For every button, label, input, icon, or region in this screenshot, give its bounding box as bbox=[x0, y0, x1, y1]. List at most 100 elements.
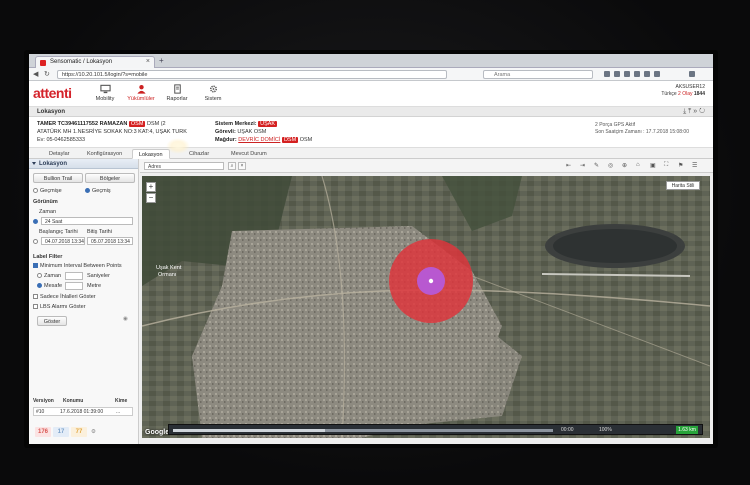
show-button[interactable]: Göster bbox=[37, 316, 67, 326]
library-icon[interactable] bbox=[614, 71, 620, 77]
bullion-trail-button[interactable]: Bullion Trail bbox=[33, 173, 83, 183]
count-blue[interactable]: 17 bbox=[53, 427, 69, 437]
count-red[interactable]: 176 bbox=[35, 427, 51, 437]
period-radio[interactable] bbox=[33, 219, 40, 225]
page-title: Lokasyon bbox=[37, 109, 66, 115]
col-location[interactable]: Konumu bbox=[63, 398, 83, 404]
back-icon[interactable]: ◀ bbox=[33, 70, 38, 78]
alert-badge[interactable]: 2 Olay bbox=[678, 91, 692, 97]
home-icon[interactable] bbox=[634, 71, 640, 77]
timeline-track[interactable] bbox=[173, 429, 553, 432]
search-input[interactable]: Arama bbox=[483, 70, 593, 79]
table-row[interactable]: #10 17.6.2018 01:39:00 ... bbox=[33, 407, 133, 416]
regions-button[interactable]: Bölgeler bbox=[85, 173, 135, 183]
map-style-button[interactable]: Harita Stili bbox=[666, 181, 700, 190]
subject-info: TAMER TC39461117552 RAMAZAN OSM DSM (2 A… bbox=[29, 117, 713, 148]
google-logo: Google bbox=[145, 429, 170, 436]
user-box[interactable]: AKSUSER12 Türkçe 2 Olay 1844 bbox=[661, 84, 705, 98]
period-select[interactable]: 24 Saat bbox=[41, 217, 133, 225]
court-link[interactable]: DEVRİC DOMİCİ bbox=[238, 137, 280, 143]
menu-icon[interactable] bbox=[689, 71, 695, 77]
search-icon[interactable]: ⌕ bbox=[228, 162, 236, 170]
map-tool-icon-4[interactable]: ◎ bbox=[608, 162, 613, 169]
radio-distance[interactable]: Mesafe bbox=[37, 283, 62, 289]
settings-icon[interactable]: ⚙ bbox=[91, 429, 96, 435]
subject-address: ATATÜRK MH 1.NESRİYE SOKAK NO:3 KAT:4, U… bbox=[37, 129, 187, 135]
shield-icon[interactable] bbox=[654, 71, 660, 77]
start-date-input[interactable]: 04.07.2018 13:34 bbox=[41, 237, 85, 245]
nav-yukumluler[interactable]: Yükümlüler bbox=[121, 84, 161, 102]
map-tool-icon-7[interactable]: ▣ bbox=[650, 162, 656, 169]
reload-icon[interactable]: ↻ bbox=[44, 70, 50, 78]
subject-tabs: Detaylar Konfigürasyon Lokasyon Cihazlar… bbox=[29, 148, 713, 159]
download-icon[interactable] bbox=[624, 71, 630, 77]
sidebar-header[interactable]: Lokasyon bbox=[29, 159, 138, 169]
star-icon[interactable] bbox=[604, 71, 610, 77]
forward-icon[interactable]: » bbox=[693, 108, 697, 115]
radio-label: Geçmiş bbox=[92, 188, 111, 194]
upload-icon[interactable]: ⤒ bbox=[688, 108, 691, 115]
tab-detaylar[interactable]: Detaylar bbox=[43, 149, 75, 159]
nav-mobility[interactable]: Mobility bbox=[85, 84, 125, 102]
map-tool-icon-8[interactable]: ⛶ bbox=[664, 162, 668, 169]
court-label: Mağdur: bbox=[215, 137, 237, 143]
pocket-icon[interactable] bbox=[644, 71, 650, 77]
favicon-icon bbox=[40, 60, 46, 66]
start-date: 04.07.2018 bbox=[45, 239, 71, 245]
clear-icon[interactable]: × bbox=[238, 162, 246, 170]
nav-raporlar[interactable]: Raporlar bbox=[157, 84, 197, 102]
map-tool-icon-5[interactable]: ⊕ bbox=[622, 162, 627, 169]
subject-phone: Ev: 05-0462585333 bbox=[37, 137, 86, 143]
tab-mevcut-durum[interactable]: Mevcut Durum bbox=[225, 149, 273, 159]
time-input[interactable] bbox=[65, 272, 83, 280]
map-toolbar: Adres ⌕ × ⇤ ⇥ ✎ ◎ ⊕ ⌂ ▣ ⛶ ⚑ ☰ bbox=[140, 159, 713, 173]
map-tool-icon-9[interactable]: ⚑ bbox=[678, 162, 683, 169]
tab-konfigurasyon[interactable]: Konfigürasyon bbox=[81, 149, 128, 159]
radio-past[interactable]: Geçmişe bbox=[33, 188, 62, 194]
count-orange[interactable]: 77 bbox=[71, 427, 87, 437]
lbs-checkbox[interactable]: LBS Alarmı Göster bbox=[33, 304, 86, 310]
period-label: Zaman bbox=[39, 209, 57, 215]
subject-identity: TAMER TC39461117552 RAMAZAN OSM DSM (2 A… bbox=[37, 120, 187, 144]
distance-badge: 1.63 km bbox=[676, 426, 698, 434]
distance-input[interactable] bbox=[65, 282, 83, 290]
min-interval-checkbox[interactable]: Minimum Interval Between Points bbox=[33, 263, 122, 269]
row-who: ... bbox=[116, 409, 121, 415]
new-tab-icon[interactable]: + bbox=[159, 56, 164, 65]
eye-icon[interactable]: ◉ bbox=[123, 316, 128, 322]
radio-icon bbox=[37, 273, 42, 278]
start-time: 13:34 bbox=[71, 239, 84, 245]
row-version: #10 bbox=[36, 409, 45, 415]
refresh-icon[interactable]: ↻ bbox=[699, 108, 705, 115]
close-icon[interactable]: × bbox=[146, 58, 150, 65]
end-date-input[interactable]: 05.07.2018 13:34 bbox=[87, 237, 133, 245]
col-who[interactable]: Kime bbox=[115, 398, 127, 404]
radio-time[interactable]: Zaman bbox=[37, 273, 61, 279]
photo-backdrop: Sensomatic / Lokasyon × + ◀ ↻ https://10… bbox=[0, 0, 750, 485]
zoom-out-button[interactable]: − bbox=[146, 193, 156, 203]
user-lang[interactable]: Türkçe bbox=[661, 91, 676, 97]
radio-icon bbox=[33, 188, 38, 193]
violations-checkbox[interactable]: Sadece İhlalleri Göster bbox=[33, 294, 96, 300]
map-tool-icon-1[interactable]: ⇤ bbox=[566, 162, 571, 169]
gps-status: 2 Porça GPS Aktif Son Saatçim Zamanı : 1… bbox=[595, 122, 689, 136]
nav-sistem[interactable]: Sistem bbox=[193, 84, 233, 102]
zoom-in-button[interactable]: + bbox=[146, 182, 156, 192]
map-tool-icon-6[interactable]: ⌂ bbox=[636, 162, 640, 168]
date-radio[interactable] bbox=[33, 239, 40, 245]
map-tool-icon-10[interactable]: ☰ bbox=[692, 162, 697, 169]
col-version[interactable]: Versiyon bbox=[33, 398, 54, 404]
satellite-map[interactable]: Uşak Kent Ormanı + − Harita Stili Google… bbox=[142, 176, 710, 438]
user-icon bbox=[136, 84, 146, 94]
location-center bbox=[428, 278, 434, 284]
browser-tab[interactable]: Sensomatic / Lokasyon × bbox=[35, 56, 155, 68]
map-tool-icon-3[interactable]: ✎ bbox=[594, 162, 599, 169]
timeline-progress bbox=[173, 429, 325, 432]
map-tool-icon-2[interactable]: ⇥ bbox=[580, 162, 585, 169]
subject-status: DSM (2 bbox=[146, 121, 166, 127]
radio-live[interactable]: Geçmiş bbox=[85, 188, 111, 194]
url-input[interactable]: https://10.20.101.5/login/?s=mobile bbox=[57, 70, 447, 79]
tab-lokasyon[interactable]: Lokasyon bbox=[132, 149, 170, 159]
address-input[interactable]: Adres bbox=[144, 162, 224, 170]
download-icon[interactable]: ⤓ bbox=[683, 108, 686, 115]
